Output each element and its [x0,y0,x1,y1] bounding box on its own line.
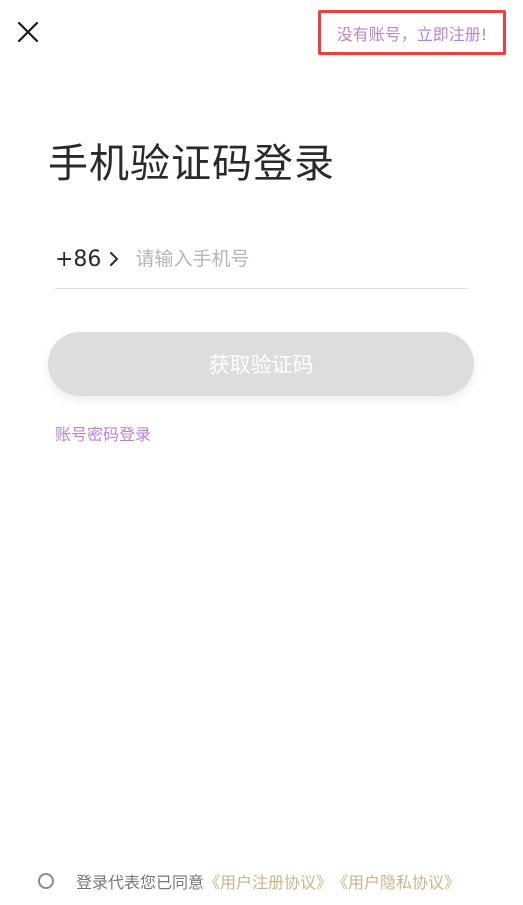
privacy-agreement-link[interactable]: 《用户隐私协议》 [332,869,460,893]
agreement-prefix: 登录代表您已同意 [76,873,205,892]
country-code-selector[interactable]: +86 [55,247,121,272]
password-login-link[interactable]: 账号密码登录 [55,421,151,445]
page-title: 手机验证码登录 [48,141,335,187]
get-code-button[interactable]: 获取验证码 [48,332,474,396]
close-icon [17,21,39,43]
country-code: +86 [55,246,102,272]
phone-input-row: +86 [55,230,468,289]
agree-radio[interactable] [38,873,54,889]
agreement-row: 登录代表您已同意 《用户注册协议》 《用户隐私协议》 [38,868,460,894]
user-agreement-link[interactable]: 《用户注册协议》 [204,869,332,893]
register-link[interactable]: 没有账号，立即注册! [318,10,506,55]
chevron-right-icon [110,252,119,266]
phone-input[interactable] [135,239,468,279]
close-button[interactable] [14,18,42,46]
